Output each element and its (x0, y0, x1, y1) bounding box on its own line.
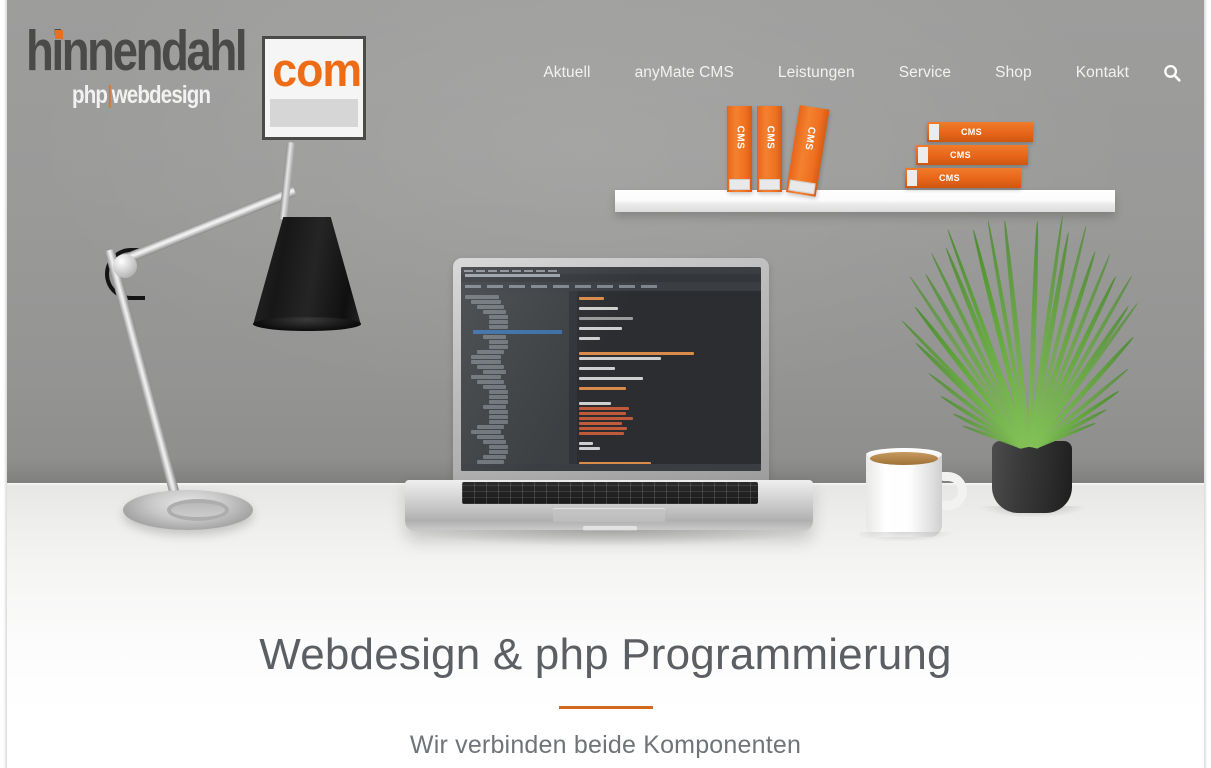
mug-coffee (870, 452, 938, 465)
ide-statusbar (461, 464, 761, 471)
search-icon (1163, 64, 1181, 82)
logo-com-box: com (262, 36, 366, 140)
logo-gray-plate (270, 99, 358, 127)
coffee-mug (866, 448, 971, 540)
ide-menubar (461, 267, 761, 274)
main-navigation: Aktuell anyMate CMS Leistungen Service S… (521, 58, 1191, 88)
logo-orange-dot-icon (55, 30, 63, 39)
book-stacked-label: CMS (950, 150, 971, 160)
site-header: hinnendahl php|webdesign com Aktuell any… (0, 0, 1211, 140)
laptop (405, 258, 813, 543)
book-cap (918, 147, 928, 163)
ide-toolbar (461, 282, 761, 291)
logo-tagline-php: php (72, 81, 107, 109)
logo-wordmark: hinnendahl php|webdesign (26, 20, 300, 80)
page-right-border (1204, 0, 1211, 768)
book-cap (907, 170, 917, 186)
page-title: Webdesign & php Programmierung (0, 628, 1211, 682)
desk-lamp (105, 135, 375, 530)
ide-titlebar (461, 274, 761, 282)
lamp-shade-lip (253, 317, 361, 331)
book-spine-tag (759, 179, 780, 190)
search-button[interactable] (1159, 60, 1185, 86)
book-spine-tag (788, 179, 815, 194)
nav-item-aktuell[interactable]: Aktuell (521, 58, 612, 88)
lamp-joint (113, 254, 137, 278)
logo-com-text: com (272, 44, 356, 96)
wall-shelf (615, 190, 1115, 212)
laptop-shadow (411, 530, 807, 546)
nav-item-leistungen[interactable]: Leistungen (756, 58, 877, 88)
hero-text-block: Webdesign & php Programmierung Wir verbi… (0, 628, 1211, 760)
lamp-base-ring (167, 499, 229, 521)
lamp-shade (253, 217, 361, 325)
laptop-trackpad (553, 508, 665, 522)
book-stacked-label: CMS (939, 173, 960, 183)
nav-item-anymate-cms[interactable]: anyMate CMS (613, 58, 756, 88)
title-divider (559, 706, 653, 709)
lamp-shade-stem (279, 142, 295, 220)
page-subtitle: Wir verbinden beide Komponenten (0, 731, 1211, 760)
site-logo[interactable]: hinnendahl php|webdesign com (26, 20, 346, 120)
logo-tagline: php|webdesign (72, 82, 210, 108)
plant-pot (992, 441, 1072, 513)
nav-item-kontakt[interactable]: Kontakt (1054, 58, 1151, 88)
nav-item-shop[interactable]: Shop (973, 58, 1054, 88)
book-stacked: CMS (905, 168, 1021, 188)
lamp-upper-arm (121, 186, 296, 265)
logo-tagline-webdesign: webdesign (112, 81, 211, 109)
mug-shadow (860, 532, 956, 542)
laptop-lid (453, 258, 769, 483)
laptop-keyboard (462, 482, 758, 504)
page-left-border (0, 0, 7, 768)
book-spine-tag (729, 179, 750, 190)
ide-code-editor (569, 291, 761, 471)
nav-item-service[interactable]: Service (877, 58, 973, 88)
book-stacked: CMS (916, 145, 1028, 165)
ide-body (461, 291, 761, 471)
laptop-screen (461, 267, 761, 471)
ide-file-tree (461, 291, 569, 471)
page-stage: CMS CMS CMS CMS CMS CMS hinnendahl php|w… (0, 0, 1211, 768)
